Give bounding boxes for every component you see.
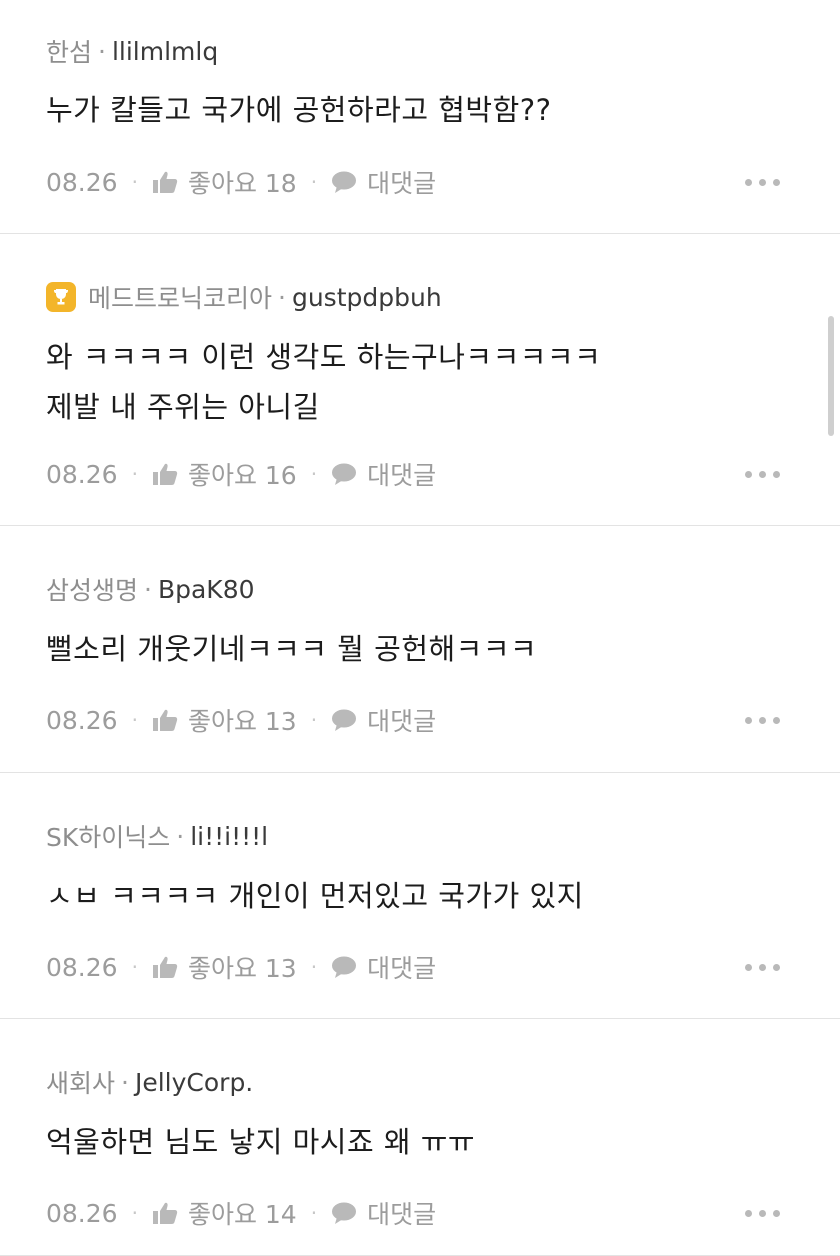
comment-body: 뻘소리 개웃기네ㅋㅋㅋ 뭘 공헌해ㅋㅋㅋ <box>46 624 537 674</box>
speech-bubble-icon[interactable] <box>331 1201 357 1225</box>
separator-dot: · <box>131 170 138 194</box>
reply-button[interactable]: 대댓글 <box>367 164 436 200</box>
comment-date: 08.26 <box>46 459 118 489</box>
comment-actions: 08.26 · 좋아요 14 · 대댓글 <box>46 1193 840 1233</box>
comment-author-line: 한섬 · llilmlmlq <box>46 34 218 68</box>
comment-line: 뻘소리 개웃기네ㅋㅋㅋ 뭘 공헌해ㅋㅋㅋ <box>46 632 538 666</box>
comment-line: 억울하면 님도 낳지 마시죠 왜 ㅠㅠ <box>46 1125 476 1159</box>
separator-dot: · <box>176 821 185 851</box>
comment-date: 08.26 <box>46 705 118 735</box>
thumbs-up-icon[interactable] <box>152 955 178 979</box>
more-dots-icon[interactable] <box>745 470 780 478</box>
comment-line: ㅅㅂ ㅋㅋㅋㅋ 개인이 먼저있고 국가가 있지 <box>46 879 584 913</box>
comment-author-line: 삼성생명 · BpaK80 <box>46 572 255 606</box>
thumbs-up-icon[interactable] <box>152 1201 178 1225</box>
comment-item: 메드트로닉코리아 · gustpdpbuh 와 ㅋㅋㅋㅋ 이런 생각도 하는구나… <box>0 234 840 526</box>
thumbs-up-icon[interactable] <box>152 170 178 194</box>
company-name[interactable]: SK하이닉스 <box>46 818 170 854</box>
separator-dot: · <box>131 708 138 732</box>
comment-body: 와 ㅋㅋㅋㅋ 이런 생각도 하는구나ㅋㅋㅋㅋㅋ 제발 내 주위는 아니길 <box>46 332 601 432</box>
comment-body: ㅅㅂ ㅋㅋㅋㅋ 개인이 먼저있고 국가가 있지 <box>46 871 584 921</box>
separator-dot: · <box>121 1067 129 1097</box>
scrollbar[interactable] <box>828 316 834 436</box>
speech-bubble-icon[interactable] <box>331 170 357 194</box>
comment-line: 누가 칼들고 국가에 공헌하라고 협박함?? <box>46 93 552 127</box>
comment-item: 한섬 · llilmlmlq 누가 칼들고 국가에 공헌하라고 협박함?? 08… <box>0 0 840 234</box>
speech-bubble-icon[interactable] <box>331 955 357 979</box>
reply-button[interactable]: 대댓글 <box>367 949 436 985</box>
nickname[interactable]: li!!i!!!l <box>190 822 268 851</box>
more-dots-icon[interactable] <box>745 963 780 971</box>
like-button[interactable]: 좋아요 18 <box>188 164 297 200</box>
nickname[interactable]: gustpdpbuh <box>292 283 442 312</box>
trophy-icon <box>46 282 76 312</box>
separator-dot: · <box>131 1201 138 1225</box>
comment-author-line: 새회사 · JellyCorp. <box>46 1065 253 1099</box>
comment-item: SK하이닉스 · li!!i!!!l ㅅㅂ ㅋㅋㅋㅋ 개인이 먼저있고 국가가 … <box>0 773 840 1019</box>
comment-body: 억울하면 님도 낳지 마시죠 왜 ㅠㅠ <box>46 1117 475 1167</box>
more-dots-icon[interactable] <box>745 716 780 724</box>
comment-item: 새회사 · JellyCorp. 억울하면 님도 낳지 마시죠 왜 ㅠㅠ 08.… <box>0 1019 840 1256</box>
comment-actions: 08.26 · 좋아요 13 · 대댓글 <box>46 700 840 740</box>
separator-dot: · <box>131 462 138 486</box>
comment-date: 08.26 <box>46 952 118 982</box>
company-name[interactable]: 한섬 <box>46 33 92 69</box>
comment-line: 와 ㅋㅋㅋㅋ 이런 생각도 하는구나ㅋㅋㅋㅋㅋ <box>46 340 602 374</box>
comment-author-line: 메드트로닉코리아 · gustpdpbuh <box>46 280 442 314</box>
comment-line: 제발 내 주위는 아니길 <box>46 390 320 424</box>
separator-dot: · <box>278 282 286 312</box>
separator-dot: · <box>98 36 106 66</box>
separator-dot: · <box>310 955 318 979</box>
nickname[interactable]: BpaK80 <box>158 575 255 604</box>
separator-dot: · <box>310 462 318 486</box>
nickname[interactable]: JellyCorp. <box>135 1068 253 1097</box>
comment-date: 08.26 <box>46 1198 118 1228</box>
separator-dot: · <box>310 170 318 194</box>
separator-dot: · <box>131 955 138 979</box>
company-name[interactable]: 삼성생명 <box>46 571 138 607</box>
separator-dot: · <box>310 1201 318 1225</box>
comment-actions: 08.26 · 좋아요 18 · 대댓글 <box>46 162 840 202</box>
comment-actions: 08.26 · 좋아요 16 · 대댓글 <box>46 454 840 494</box>
reply-button[interactable]: 대댓글 <box>367 456 436 492</box>
comment-body: 누가 칼들고 국가에 공헌하라고 협박함?? <box>46 85 552 135</box>
thumbs-up-icon[interactable] <box>152 708 178 732</box>
like-button[interactable]: 좋아요 13 <box>188 949 297 985</box>
nickname[interactable]: llilmlmlq <box>112 37 218 66</box>
company-name[interactable]: 메드트로닉코리아 <box>88 279 272 315</box>
more-dots-icon[interactable] <box>745 1209 780 1217</box>
more-dots-icon[interactable] <box>745 178 780 186</box>
comment-date: 08.26 <box>46 167 118 197</box>
speech-bubble-icon[interactable] <box>331 708 357 732</box>
comment-author-line: SK하이닉스 · li!!i!!!l <box>46 819 268 853</box>
separator-dot: · <box>144 574 152 604</box>
speech-bubble-icon[interactable] <box>331 462 357 486</box>
thumbs-up-icon[interactable] <box>152 462 178 486</box>
company-name[interactable]: 새회사 <box>46 1064 115 1100</box>
like-button[interactable]: 좋아요 16 <box>188 456 297 492</box>
like-button[interactable]: 좋아요 13 <box>188 702 297 738</box>
reply-button[interactable]: 대댓글 <box>367 1195 436 1231</box>
reply-button[interactable]: 대댓글 <box>367 702 436 738</box>
comment-item: 삼성생명 · BpaK80 뻘소리 개웃기네ㅋㅋㅋ 뭘 공헌해ㅋㅋㅋ 08.26… <box>0 526 840 773</box>
like-button[interactable]: 좋아요 14 <box>188 1195 297 1231</box>
separator-dot: · <box>310 708 318 732</box>
comment-actions: 08.26 · 좋아요 13 · 대댓글 <box>46 947 840 987</box>
